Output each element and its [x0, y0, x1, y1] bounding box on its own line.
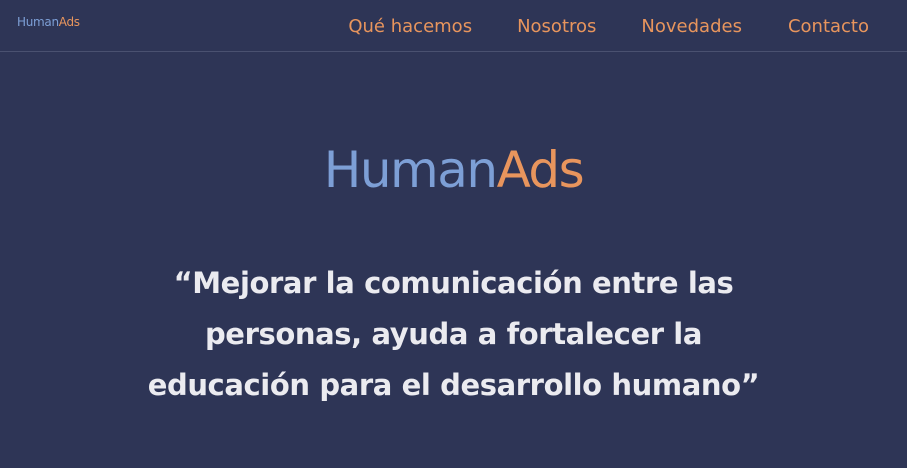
nav-link-que-hacemos[interactable]: Qué hacemos — [348, 16, 472, 37]
brand-logo-ads: Ads — [58, 15, 80, 29]
hero-logo-human: Human — [323, 141, 498, 199]
hero-logo-ads: Ads — [496, 141, 585, 199]
hero-quote: “Mejorar la comunicación entre las perso… — [147, 266, 760, 402]
top-navbar: HumanAds Qué hacemos Nosotros Novedades … — [0, 0, 907, 52]
brand-logo-human: Human — [17, 15, 59, 29]
nav-link-novedades[interactable]: Novedades — [641, 16, 742, 37]
nav-link-contacto[interactable]: Contacto — [788, 16, 869, 37]
brand-logo-link[interactable]: HumanAds — [17, 15, 80, 29]
main-nav: Qué hacemos Nosotros Novedades Contacto — [348, 0, 907, 52]
hero-logo: HumanAds — [0, 139, 907, 201]
nav-link-nosotros[interactable]: Nosotros — [517, 16, 596, 37]
